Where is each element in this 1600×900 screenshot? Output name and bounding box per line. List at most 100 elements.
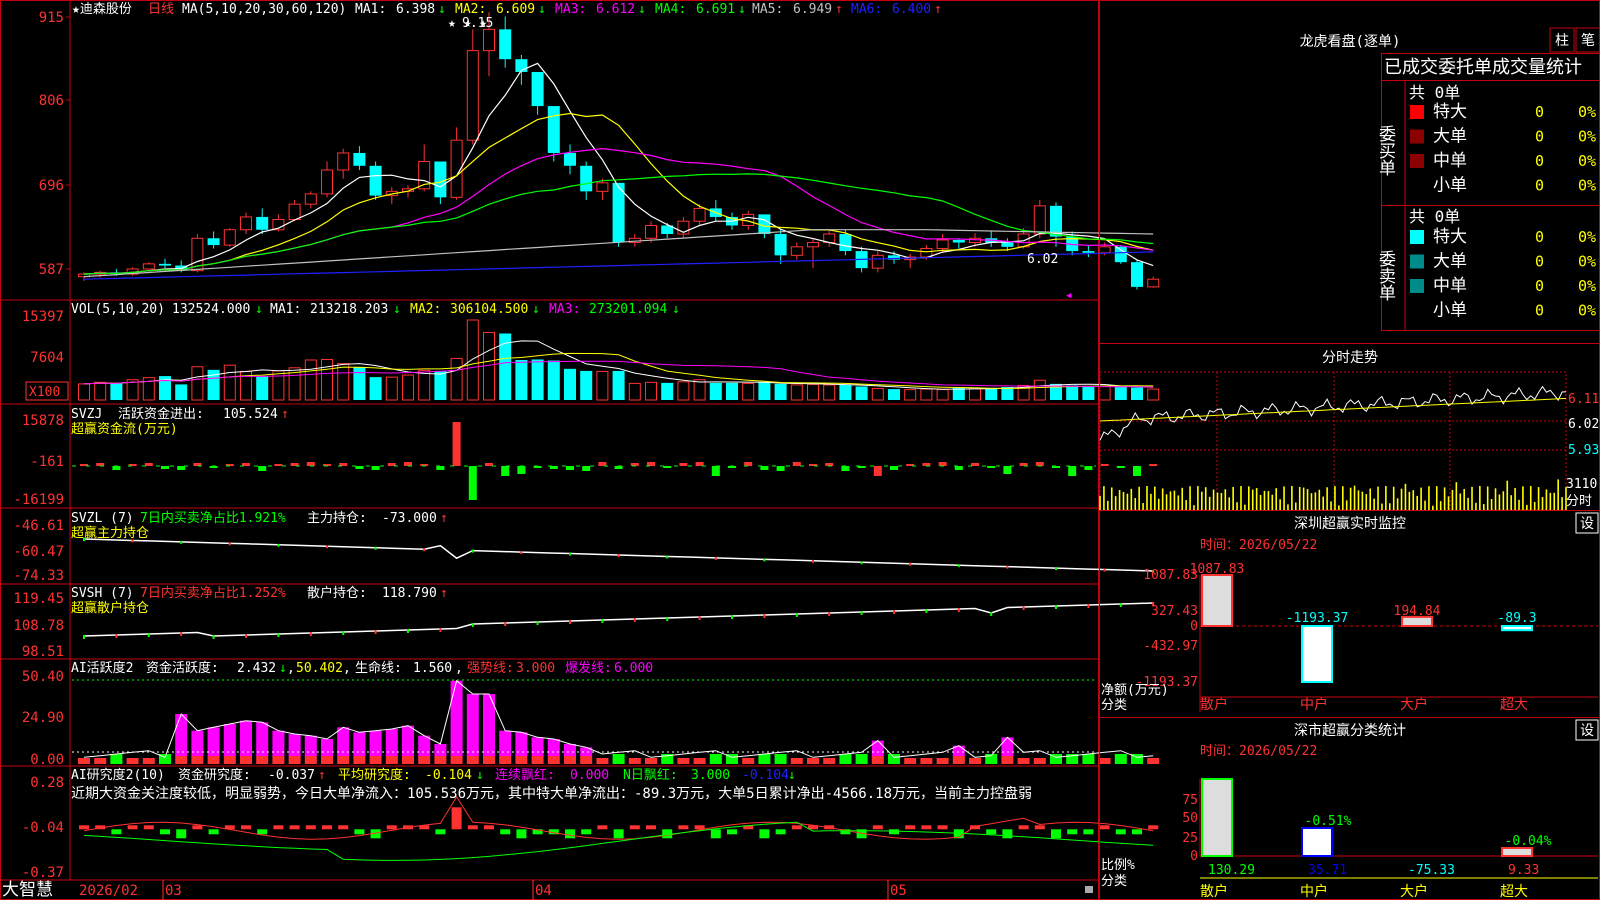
sell-row-count: 0 <box>1535 253 1544 271</box>
ai-research-bar-up <box>872 825 883 830</box>
svzj-bar-up <box>744 462 753 466</box>
svzj-tick-top: 15878 <box>22 413 64 429</box>
sell-row-pct: 0% <box>1578 277 1596 295</box>
sell-row-count: 0 <box>1535 302 1544 320</box>
svzj-bar-up <box>1035 462 1044 466</box>
sz-classify-bar-1 <box>1301 827 1333 857</box>
vol-value: 132524.000 <box>172 302 250 317</box>
vol-bar-down <box>839 384 852 400</box>
stock-name[interactable]: ★迪森股份 <box>72 2 132 17</box>
sz-classify-title: 深市超赢分类统计 <box>1294 722 1406 739</box>
ai-active-base <box>353 756 366 764</box>
ai-research-label2: 平均研究度: <box>338 767 411 783</box>
svzj-bar-down <box>501 466 510 476</box>
ai-active-value5: 6.000 <box>614 661 653 676</box>
vol-bar-up <box>790 384 803 401</box>
intraday-tick-bot: 5.93 <box>1568 443 1599 458</box>
svzl-dot <box>180 540 183 544</box>
vol-bar-up <box>450 357 463 401</box>
ai-active-base <box>547 756 560 764</box>
ai-active-sep1: , <box>287 661 295 676</box>
ai-active-base <box>920 758 933 764</box>
svsh-dot <box>245 634 247 638</box>
sz-classify-value-0: 130.29 <box>1208 863 1255 878</box>
sz-classify-axis-label2: 分类 <box>1101 874 1127 889</box>
ai-active-base <box>207 756 220 764</box>
candle-body-up <box>645 224 657 239</box>
ma2-arrow: ↓ <box>538 2 546 17</box>
ai-research-tick-mid: -0.04 <box>22 820 64 836</box>
svsh-dot <box>504 622 507 626</box>
ma1-label: MA1: <box>355 2 386 17</box>
sz-monitor-bar-1 <box>1301 625 1333 683</box>
sell-swatch <box>1410 254 1424 269</box>
ma5-label: MA5: <box>752 2 783 17</box>
vol-bar-up <box>969 387 981 401</box>
ai-research-value4: 3.000 <box>691 768 730 783</box>
vol-ma2-value: 306104.500 <box>450 302 528 317</box>
y-tick-587: 587 <box>39 262 64 278</box>
ai-active-base <box>677 758 690 764</box>
sz-classify-pct-1: -0.51% <box>1305 814 1352 829</box>
svzl-dot <box>860 561 863 565</box>
ai-active-label4: 强势线: <box>467 660 514 676</box>
candle-body-down <box>952 239 965 243</box>
svzj-title: SVZJ <box>71 407 102 422</box>
ai-research-bar-down <box>1115 829 1126 835</box>
ai-active-base <box>126 758 139 764</box>
ai-research-bar-down <box>176 829 187 839</box>
svsh-dot <box>893 610 895 614</box>
candle-body-up <box>1147 278 1160 288</box>
intraday-time-label: 分时 <box>1566 494 1592 509</box>
ai-research-bar-down <box>581 829 592 835</box>
vol-bar-up <box>304 359 317 401</box>
ai-active-bar <box>434 744 447 756</box>
candle-body-up <box>223 229 236 246</box>
ai-research-bar-down <box>1067 829 1078 835</box>
ai-active-bar <box>304 735 317 756</box>
ai-active-base <box>256 756 269 764</box>
ai-research-bar-up <box>386 825 397 830</box>
candle <box>142 262 155 271</box>
sz-monitor-y-tick: 0 <box>1190 619 1198 634</box>
longhu-title: 龙虎看盘(逐单) <box>1300 33 1401 50</box>
svzj-bar-down <box>890 466 898 470</box>
svzl-dot <box>1006 565 1009 569</box>
ai-active-bar <box>369 730 382 756</box>
period-label[interactable]: 日线 <box>148 2 174 17</box>
sell-row-pct: 0% <box>1578 253 1596 271</box>
vol-bar-down <box>758 382 771 400</box>
svzj-bar-down <box>436 466 445 470</box>
sz-monitor-settings-label: 设 <box>1580 516 1594 532</box>
ai-active-base <box>628 758 641 764</box>
ai-research-bar-up <box>905 825 916 830</box>
ai-active-base <box>337 756 350 764</box>
vol-bar-up <box>936 389 949 401</box>
sz-monitor-bar-3 <box>1501 625 1533 632</box>
sz-classify-cat-3: 超大 <box>1500 884 1528 900</box>
ai-research-bar-up <box>1148 825 1159 830</box>
svzl-label2: 主力持仓: <box>307 511 367 526</box>
ai-active-base <box>483 756 495 764</box>
ai-active-tick-bot: 0.00 <box>30 752 64 768</box>
ma3-arrow: ↓ <box>638 2 646 17</box>
svsh-dot <box>828 612 831 616</box>
buy-swatch <box>1410 105 1424 119</box>
lock-icon[interactable] <box>1085 886 1093 893</box>
ai-research-bar-up <box>143 825 154 830</box>
ai-research-bar-down <box>889 829 899 835</box>
sz-monitor-value-1: -1193.37 <box>1286 611 1349 626</box>
vol-bar-up <box>191 366 204 401</box>
ai-active-base <box>175 756 188 764</box>
main-header: ★迪森股份 日线 MA(5,10,20,30,60,120) MA1: 6.39… <box>72 2 942 17</box>
sz-monitor-title: 深圳超赢实时监控 <box>1294 515 1406 532</box>
vol-bar-up <box>94 381 107 401</box>
svsh-dot <box>407 629 409 633</box>
sell-row-pct: 0% <box>1578 228 1596 246</box>
ma3-value: 6.612 <box>596 2 635 17</box>
svzl-text: 7日内买卖净占比1.921% <box>140 510 286 526</box>
svzj-bar-down <box>1003 466 1012 474</box>
svsh-dot <box>374 630 377 634</box>
svsh-dot <box>342 631 345 635</box>
ai-active-base <box>969 758 981 764</box>
